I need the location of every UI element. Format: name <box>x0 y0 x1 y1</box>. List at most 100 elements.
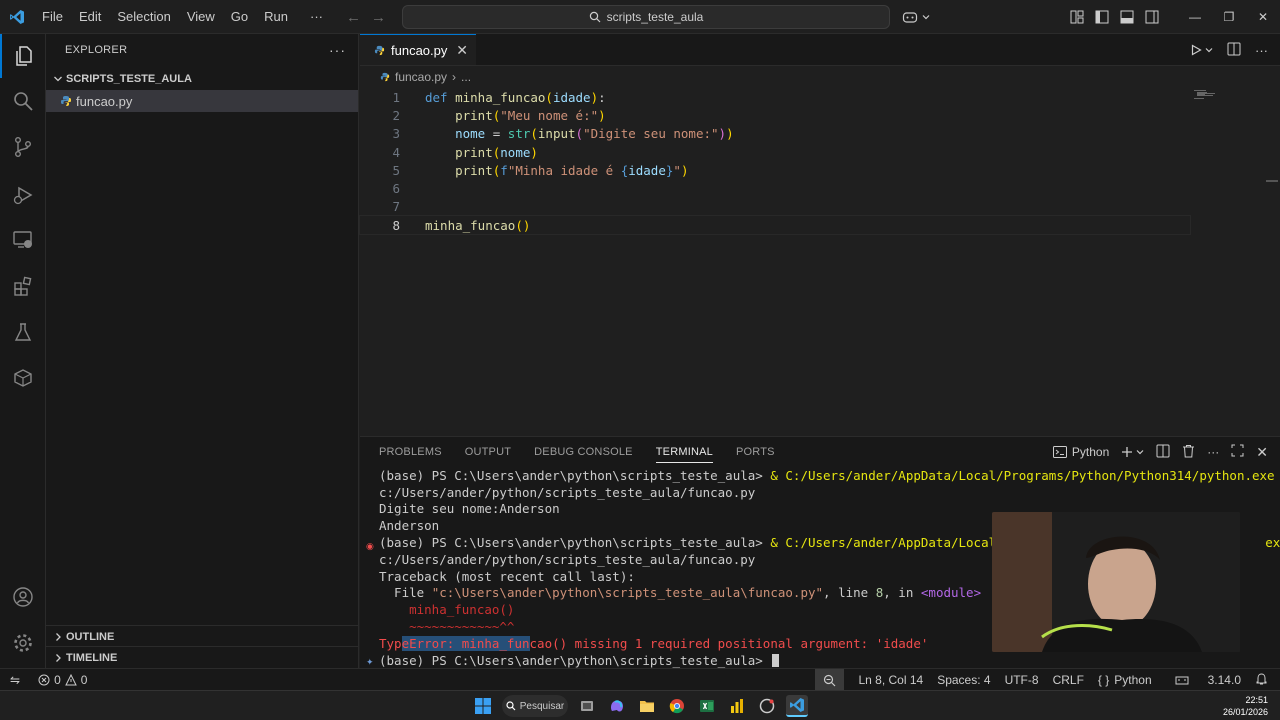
new-terminal-icon[interactable] <box>1121 446 1144 458</box>
problems-indicator[interactable]: 0 0 <box>38 673 87 687</box>
search-icon <box>506 701 516 711</box>
breadcrumb-more[interactable]: ... <box>461 70 471 84</box>
run-debug-icon[interactable] <box>0 173 46 217</box>
close-tab-icon[interactable]: ✕ <box>456 42 468 59</box>
code-line: 2 print("Meu nome é:") <box>360 106 1280 124</box>
command-decoration-icon[interactable]: ✦ <box>366 657 374 668</box>
source-control-icon[interactable] <box>0 125 46 169</box>
containers-icon[interactable] <box>0 356 46 400</box>
copilot-app-icon[interactable] <box>606 695 628 717</box>
chevron-right-icon <box>56 653 61 662</box>
zoom-icon[interactable] <box>815 669 845 691</box>
line-number: 7 <box>392 199 400 215</box>
menu-go[interactable]: Go <box>223 0 256 34</box>
line-number: 4 <box>392 144 400 160</box>
encoding[interactable]: UTF-8 <box>1005 673 1039 687</box>
remote-explorer-icon[interactable] <box>0 218 46 262</box>
menu-more[interactable]: ··· <box>296 0 331 34</box>
end-of-line[interactable]: CRLF <box>1053 673 1084 687</box>
close-panel-icon[interactable]: ✕ <box>1256 444 1268 461</box>
forward-arrow-icon[interactable]: → <box>371 9 386 26</box>
command-center-search[interactable]: scripts_teste_aula <box>402 5 890 29</box>
editor-actions: ··· <box>1190 34 1268 66</box>
menu-view[interactable]: View <box>179 0 223 34</box>
code-line: 7 <box>360 198 1280 216</box>
copilot-button[interactable] <box>902 0 930 34</box>
menu-run[interactable]: Run <box>256 0 296 34</box>
indentation[interactable]: Spaces: 4 <box>937 673 990 687</box>
timeline-section[interactable]: TIMELINE <box>46 646 359 668</box>
line-content: nome = str(input("Digite seu nome:")) <box>455 126 734 142</box>
customize-layout-icon[interactable] <box>1064 0 1089 34</box>
power-bi-icon[interactable] <box>726 695 748 717</box>
vscode-taskbar-icon[interactable] <box>786 695 808 717</box>
notifications-bell-icon[interactable] <box>1255 672 1268 688</box>
tab-debug-console[interactable]: DEBUG CONSOLE <box>534 437 633 467</box>
restore-icon[interactable]: ❐ <box>1212 0 1246 34</box>
testing-icon[interactable] <box>0 310 46 354</box>
more-actions-icon[interactable]: ··· <box>1255 43 1268 58</box>
tab-output[interactable]: OUTPUT <box>465 437 511 467</box>
activity-bar <box>0 34 46 668</box>
more-actions-icon[interactable]: ··· <box>1207 445 1219 459</box>
navigation-arrows: ← → <box>346 0 386 34</box>
search-view-icon[interactable] <box>0 79 46 123</box>
line-content: def minha_funcao(idade): <box>425 89 606 105</box>
back-arrow-icon[interactable]: ← <box>346 9 361 26</box>
breadcrumb: funcao.py › ... <box>360 66 1280 88</box>
menu-edit[interactable]: Edit <box>71 0 109 34</box>
webcam-overlay <box>992 512 1240 652</box>
extensions-icon[interactable] <box>0 264 46 308</box>
close-window-icon[interactable]: ✕ <box>1246 0 1280 34</box>
status-bar: ⇋ 0 0 Ln 8, Col 14 Spaces: 4 UTF-8 CRLF … <box>0 668 1280 691</box>
code-editor[interactable]: 1 def minha_funcao(idade): 2 print("Meu … <box>359 88 1280 236</box>
error-decoration-icon[interactable]: ◉ <box>366 541 374 552</box>
split-editor-icon[interactable] <box>1227 42 1241 59</box>
kill-terminal-icon[interactable] <box>1182 444 1195 461</box>
python-file-icon <box>374 45 385 55</box>
file-explorer-icon[interactable] <box>636 695 658 717</box>
timeline-label: TIMELINE <box>66 651 118 664</box>
taskbar-clock[interactable]: 22:51 26/01/2026 <box>1223 694 1268 718</box>
language-mode[interactable]: { } Python <box>1098 673 1152 687</box>
toggle-panel-icon[interactable] <box>1114 0 1139 34</box>
menu-selection[interactable]: Selection <box>109 0 178 34</box>
split-terminal-icon[interactable] <box>1156 444 1170 461</box>
explorer-icon[interactable] <box>0 34 46 78</box>
python-file-icon <box>380 72 390 82</box>
tab-funcao-py[interactable]: funcao.py ✕ <box>360 34 476 65</box>
excel-icon[interactable] <box>696 695 718 717</box>
folder-scripts-teste-aula[interactable]: SCRIPTS_TESTE_AULA <box>46 68 358 90</box>
tab-problems[interactable]: PROBLEMS <box>379 437 442 467</box>
code-line: 5 print(f"Minha idade é {idade}") <box>360 161 1280 179</box>
run-file-icon[interactable] <box>1190 44 1213 56</box>
menu-file[interactable]: File <box>34 0 71 34</box>
explorer-more-icon[interactable]: ··· <box>329 42 346 58</box>
tab-label: funcao.py <box>391 42 448 58</box>
accounts-icon[interactable] <box>0 575 46 619</box>
maximize-panel-icon[interactable] <box>1231 444 1244 460</box>
toggle-primary-sidebar-icon[interactable] <box>1089 0 1114 34</box>
clock-time: 22:51 <box>1245 695 1268 705</box>
cursor-position[interactable]: Ln 8, Col 14 <box>858 673 923 687</box>
github-desktop-icon[interactable] <box>756 695 778 717</box>
terminal-line: (base) PS C:\Users\ander\python\scripts_… <box>379 467 1275 483</box>
vscode-logo-icon[interactable] <box>0 0 34 34</box>
outline-section[interactable]: OUTLINE <box>46 625 359 647</box>
file-funcao-py[interactable]: funcao.py <box>46 90 358 112</box>
task-view-icon[interactable] <box>576 695 598 717</box>
chrome-icon[interactable] <box>666 695 688 717</box>
remote-indicator-icon[interactable]: ⇋ <box>10 673 20 687</box>
taskbar-search[interactable]: Pesquisar <box>502 695 568 717</box>
python-interpreter[interactable]: 3.14.0 <box>1174 673 1241 687</box>
minimize-icon[interactable]: — <box>1178 0 1212 34</box>
windows-start-icon[interactable] <box>472 695 494 717</box>
tab-terminal[interactable]: TERMINAL <box>655 437 714 467</box>
terminal-shell-selector[interactable]: Python <box>1052 445 1109 459</box>
minimap[interactable] <box>1194 88 1224 99</box>
settings-gear-icon[interactable] <box>0 621 46 665</box>
toggle-secondary-sidebar-icon[interactable] <box>1139 0 1164 34</box>
braces-icon: { } <box>1097 673 1110 687</box>
breadcrumb-file[interactable]: funcao.py <box>395 70 447 84</box>
tab-ports[interactable]: PORTS <box>736 437 775 467</box>
